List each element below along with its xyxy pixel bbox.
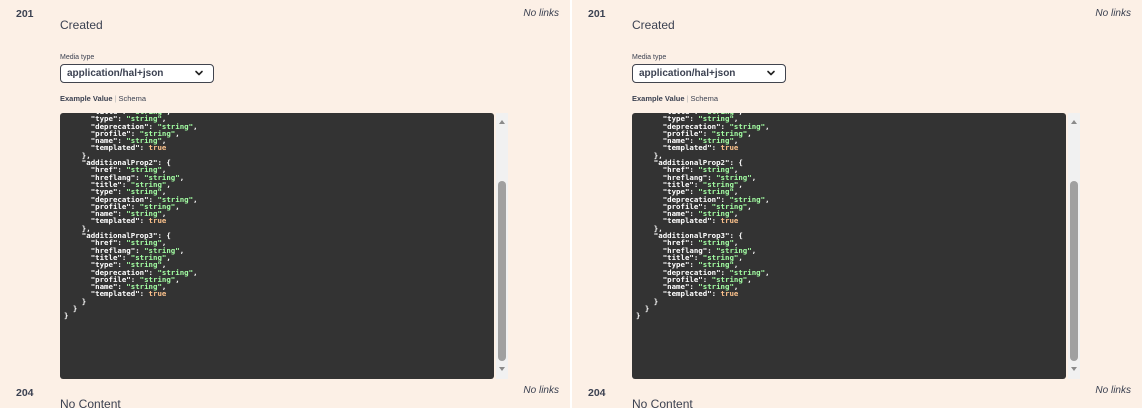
json-example: "title": "string", "type": "string", "de… bbox=[64, 113, 198, 320]
example-schema-tabs: Example Value | Schema bbox=[632, 94, 718, 103]
response-links: No links bbox=[523, 8, 559, 19]
code-token: , bbox=[765, 121, 770, 131]
code-token: , bbox=[193, 121, 198, 131]
tab-schema[interactable]: Schema bbox=[690, 94, 718, 103]
example-schema-tabs: Example Value | Schema bbox=[60, 94, 146, 103]
response-links: No links bbox=[1095, 385, 1131, 396]
code-token: , bbox=[751, 245, 757, 255]
response-links: No links bbox=[523, 385, 559, 396]
tab-separator: | bbox=[114, 94, 117, 103]
scrollbar-thumb[interactable] bbox=[498, 181, 506, 361]
code-token: true bbox=[720, 216, 739, 226]
media-type-value: application/hal+json bbox=[639, 68, 736, 79]
response-links: No links bbox=[1095, 8, 1131, 19]
code-token: , bbox=[175, 274, 180, 284]
media-type-label: Media type bbox=[632, 54, 667, 61]
triangle-up-icon[interactable] bbox=[498, 118, 506, 126]
code-token: , bbox=[747, 128, 752, 138]
code-token: , bbox=[179, 245, 185, 255]
media-type-select[interactable]: application/hal+json bbox=[632, 64, 786, 83]
response-description-created: Created bbox=[60, 18, 103, 32]
response-code-204: 204 bbox=[16, 387, 34, 399]
responses-comparison: 201 Created No links Media type applicat… bbox=[0, 0, 1142, 408]
chevron-down-icon bbox=[767, 70, 775, 76]
response-code-201: 201 bbox=[588, 8, 606, 20]
triangle-down-icon[interactable] bbox=[498, 365, 506, 373]
code-token: , bbox=[747, 274, 752, 284]
code-token: , bbox=[193, 194, 198, 204]
code-token: true bbox=[148, 289, 167, 299]
code-token: , bbox=[765, 194, 770, 204]
response-panel-left: 201 Created No links Media type applicat… bbox=[0, 0, 570, 408]
scrollbar-thumb[interactable] bbox=[1070, 181, 1078, 361]
json-example: "title": "string", "type": "string", "de… bbox=[636, 113, 770, 320]
media-type-value: application/hal+json bbox=[67, 68, 164, 79]
code-token: true bbox=[148, 143, 167, 153]
code-token: , bbox=[166, 252, 171, 262]
response-code-204: 204 bbox=[588, 387, 606, 399]
code-scrollbar[interactable] bbox=[496, 113, 508, 379]
code-token: , bbox=[166, 179, 171, 189]
media-type-select[interactable]: application/hal+json bbox=[60, 64, 214, 83]
code-token: , bbox=[738, 179, 743, 189]
code-token: , bbox=[175, 128, 180, 138]
tab-separator: | bbox=[686, 94, 689, 103]
code-token: , bbox=[765, 267, 770, 277]
triangle-down-icon[interactable] bbox=[1070, 365, 1078, 373]
tab-schema[interactable]: Schema bbox=[118, 94, 146, 103]
code-token: } bbox=[636, 311, 641, 321]
code-token: , bbox=[193, 267, 198, 277]
response-description-created: Created bbox=[632, 18, 675, 32]
example-value-code[interactable]: "title": "string", "type": "string", "de… bbox=[60, 113, 494, 379]
media-type-label: Media type bbox=[60, 54, 95, 61]
example-value-code[interactable]: "title": "string", "type": "string", "de… bbox=[632, 113, 1066, 379]
response-panel-right: 201 Created No links Media type applicat… bbox=[572, 0, 1142, 408]
tab-example-value[interactable]: Example Value bbox=[60, 94, 113, 103]
code-token: true bbox=[720, 143, 739, 153]
code-token: , bbox=[175, 201, 180, 211]
code-token: , bbox=[738, 252, 743, 262]
tab-example-value[interactable]: Example Value bbox=[632, 94, 685, 103]
code-token: , bbox=[166, 113, 170, 116]
code-token: , bbox=[738, 113, 742, 116]
code-token: , bbox=[747, 201, 752, 211]
code-token: true bbox=[720, 289, 739, 299]
code-token: , bbox=[751, 172, 757, 182]
code-token: , bbox=[179, 172, 185, 182]
triangle-up-icon[interactable] bbox=[1070, 118, 1078, 126]
code-scrollbar[interactable] bbox=[1068, 113, 1080, 379]
chevron-down-icon bbox=[195, 70, 203, 76]
code-token: true bbox=[148, 216, 167, 226]
response-description-no-content: No Content bbox=[60, 397, 121, 408]
response-description-no-content: No Content bbox=[632, 397, 693, 408]
code-token: } bbox=[64, 311, 69, 321]
response-code-201: 201 bbox=[16, 8, 34, 20]
